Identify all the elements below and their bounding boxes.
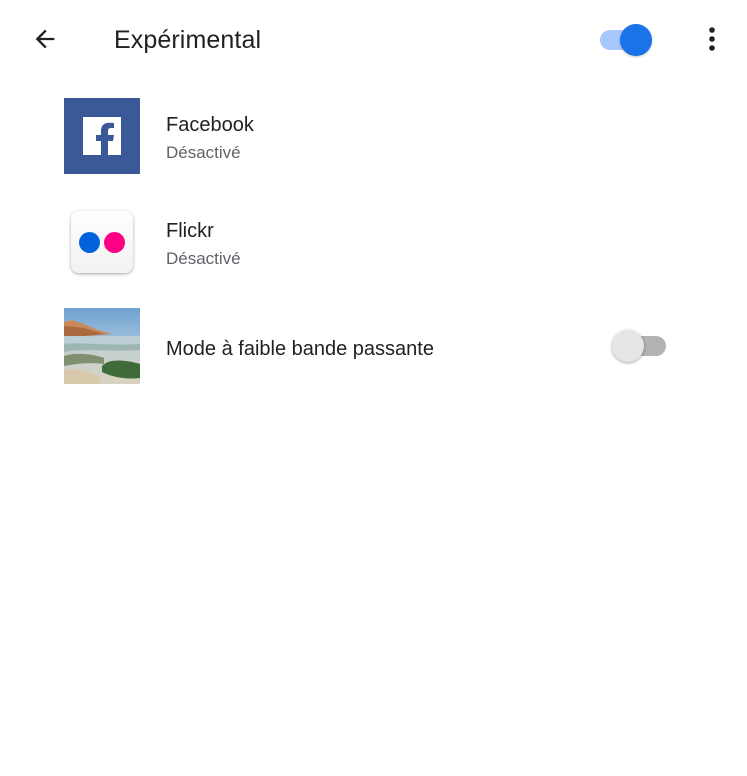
more-vert-icon <box>709 27 715 51</box>
toggle-thumb <box>612 330 644 362</box>
item-status: Désactivé <box>166 143 241 162</box>
item-status: Désactivé <box>166 249 241 268</box>
flickr-logo-icon <box>64 204 140 280</box>
app-bar: Expérimental <box>0 0 747 80</box>
low-bandwidth-toggle[interactable] <box>612 328 668 364</box>
landscape-thumbnail-icon <box>64 308 140 384</box>
list-item-flickr[interactable]: Flickr Désactivé <box>0 194 747 294</box>
page-title: Expérimental <box>114 26 262 54</box>
landscape-image <box>64 308 140 384</box>
overflow-menu-button[interactable] <box>690 16 734 62</box>
list-item-low-bandwidth[interactable]: Mode à faible bande passante <box>0 300 747 400</box>
item-title: Mode à faible bande passante <box>166 338 434 360</box>
flickr-tile <box>71 211 133 273</box>
back-button[interactable] <box>22 16 68 62</box>
toggle-thumb <box>620 24 652 56</box>
arrow-back-icon <box>35 29 55 49</box>
item-title: Facebook <box>166 114 254 136</box>
facebook-f-icon <box>83 117 121 156</box>
list-item-facebook[interactable]: Facebook Désactivé <box>0 88 747 188</box>
flickr-pink-dot <box>104 231 125 253</box>
facebook-logo-icon <box>64 98 140 174</box>
flickr-blue-dot <box>79 231 100 253</box>
item-title: Flickr <box>166 220 214 242</box>
master-toggle[interactable] <box>600 22 656 58</box>
